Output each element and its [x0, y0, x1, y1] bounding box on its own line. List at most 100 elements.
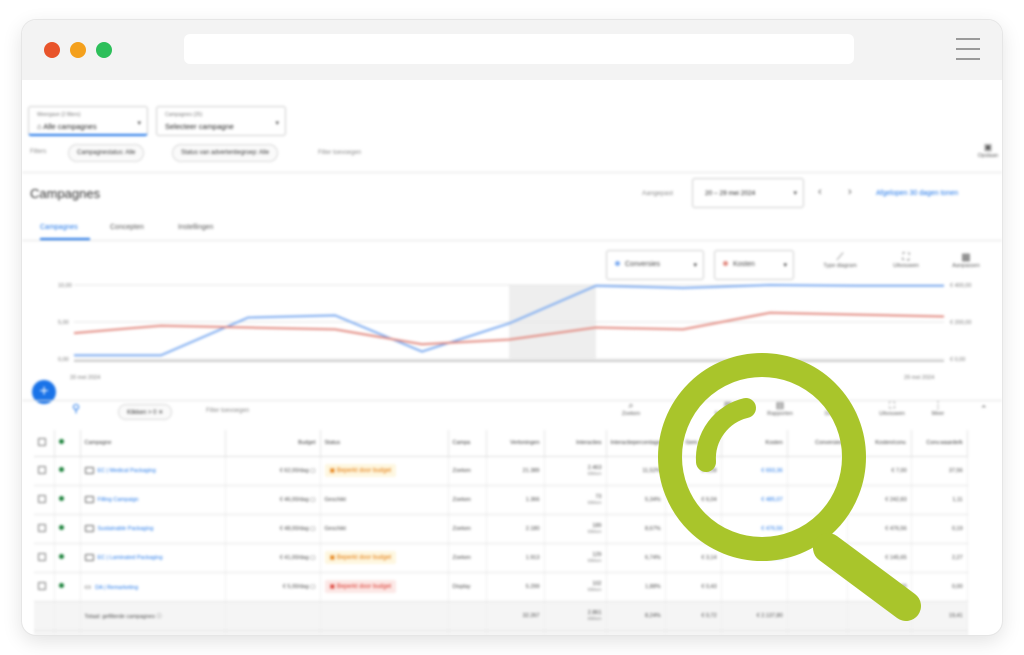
x-tick-label: 29 mei 2024 — [904, 375, 934, 381]
save-button[interactable]: ▣ Opslaan — [974, 142, 1002, 159]
budget-cell[interactable]: € 41,00/dag ▢ — [225, 543, 321, 573]
column-header[interactable]: Kosten/conv. — [847, 430, 912, 457]
select-all-checkbox[interactable] — [34, 430, 55, 457]
close-icon[interactable]: ✕ — [158, 410, 163, 416]
chevron-left-icon[interactable]: ‹ — [818, 186, 822, 198]
enabled-status-icon[interactable] — [54, 514, 81, 544]
cost-cell[interactable]: € 485,07 — [721, 485, 788, 515]
row-checkbox[interactable] — [34, 485, 55, 515]
tab-settings[interactable]: Instellingen — [178, 224, 213, 231]
tab-campaigns[interactable]: Campagnes — [40, 224, 78, 231]
column-header[interactable]: Status — [320, 430, 449, 457]
add-filter-link[interactable]: Filter toevoegen — [318, 150, 361, 156]
row-checkbox[interactable] — [34, 514, 55, 544]
table-row: EC | Medical Packaging € 62,00/dag ▢ ▣ Bep… — [34, 456, 968, 486]
row-checkbox[interactable] — [34, 456, 55, 486]
close-window-button[interactable] — [44, 42, 60, 58]
edit-icon[interactable]: ▢ — [310, 497, 315, 503]
column-header[interactable]: Interacties — [544, 430, 607, 457]
reports-button[interactable]: ▤ Rapporten — [762, 400, 798, 417]
status-cell: ▣ Beperkt door budget — [320, 456, 449, 486]
status-badge[interactable]: ▣ Beperkt door budget — [324, 580, 397, 593]
campaign-cell: Filling Campaign — [80, 485, 226, 515]
y-left-tick-label: 5,00 — [58, 320, 69, 326]
enabled-status-icon[interactable] — [54, 485, 81, 515]
cost-cell[interactable]: € 693,36 — [721, 456, 788, 486]
campaign-type-cell: Zoeken — [448, 456, 487, 486]
column-header[interactable]: Campa — [448, 430, 487, 457]
cost-cell[interactable] — [721, 572, 788, 602]
status-text: Geschikt — [324, 525, 346, 532]
conversions-cell — [787, 456, 848, 486]
campaign-name-link[interactable]: EC | Laminated Packaging — [98, 555, 163, 561]
status-cell: Geschikt — [320, 514, 449, 544]
budget-cell[interactable]: € 62,00/dag ▢ — [225, 456, 321, 486]
enabled-status-icon[interactable] — [54, 456, 81, 486]
campaign-name-link[interactable]: Filling Campaign — [98, 497, 139, 503]
clicks-filter-chip[interactable]: Klikken > 0 ✕ — [118, 404, 173, 420]
edit-icon[interactable]: ▢ — [310, 584, 315, 590]
search-button[interactable]: ⌕ Zoeken — [618, 400, 644, 417]
campaign-type-cell: Zoeken — [448, 514, 487, 544]
view-dropdown[interactable]: Weergave (2 filters) ⌂ Alle campagnes ▾ — [28, 106, 148, 136]
filter-icon[interactable]: ⚲ — [72, 402, 80, 415]
chart-adjust-button[interactable]: ▦ Aanpassen — [944, 252, 988, 269]
chart-expand-button[interactable]: ⛶ Uitvouwen — [884, 252, 928, 269]
address-bar[interactable] — [184, 34, 854, 64]
table-expand-button[interactable]: ⛶ Uitvouwen — [874, 400, 910, 417]
column-header[interactable]: Gem. kosten — [665, 430, 722, 457]
menu-icon[interactable] — [956, 38, 980, 60]
budget-cell[interactable]: € 46,00/dag ▢ — [225, 485, 321, 515]
impressions-cell: 1.913 — [486, 543, 545, 573]
browser-chrome — [22, 20, 1002, 80]
adjust-icon: ▦ — [961, 252, 971, 263]
column-header[interactable]: Campagne — [80, 430, 226, 457]
enabled-status-icon[interactable] — [54, 572, 81, 602]
cost-cell[interactable]: € 476,56 — [721, 514, 788, 544]
budget-cell[interactable]: € 5,00/dag ▢ — [225, 572, 321, 602]
campaign-dropdown[interactable]: Campagnes (25) Selecteer campagne ▾ — [156, 106, 286, 136]
maximize-window-button[interactable] — [96, 42, 112, 58]
column-header[interactable]: Conv.waarde/k — [911, 430, 968, 457]
collapse-icon[interactable]: ⌃ — [980, 404, 988, 415]
adgroup-status-chip[interactable]: Status van advertentiegroep: Alle — [172, 144, 279, 162]
download-icon: ⤓ — [838, 400, 842, 410]
chart-type-button[interactable]: ⟋ Type diagram — [818, 252, 862, 269]
campaign-name-link[interactable]: Sustainable Packaging — [98, 526, 154, 532]
column-header[interactable]: Conversies — [787, 430, 848, 457]
show-last-30-days-link[interactable]: Afgelopen 30 dagen tonen — [876, 190, 958, 197]
edit-icon[interactable]: ▢ — [310, 555, 315, 561]
columns-button[interactable]: ▥ Kolommen — [710, 400, 746, 417]
totals-avg-cost-cell: € 0,72 — [665, 630, 722, 635]
add-table-filter-link[interactable]: Filter toevoegen — [206, 408, 249, 414]
status-badge[interactable]: ▣ Beperkt door budget — [324, 464, 397, 477]
edit-icon[interactable]: ▢ — [310, 526, 315, 532]
interaction-rate-cell: 1,88% — [606, 572, 666, 602]
help-icon[interactable]: ⓘ — [156, 614, 162, 620]
cost-cell[interactable]: € 406,95 — [721, 543, 788, 573]
tab-drafts[interactable]: Concepten — [110, 224, 144, 231]
column-header[interactable]: Budget — [225, 430, 321, 457]
campaign-name-link[interactable]: DA | Remarketing — [95, 585, 138, 591]
column-header[interactable]: Vertoningen — [486, 430, 545, 457]
download-button[interactable]: ⤓ Downloaden — [820, 400, 860, 417]
row-checkbox[interactable] — [34, 572, 55, 602]
campaign-name-link[interactable]: EC | Medical Packaging — [98, 468, 156, 474]
column-header[interactable]: Interactiepercentage — [606, 430, 666, 457]
enabled-status-icon[interactable] — [54, 543, 81, 573]
date-range-dropdown[interactable]: 20 – 29 mei 2024 ▾ — [692, 178, 804, 208]
more-button[interactable]: ⋮ Meer — [924, 400, 952, 417]
minimize-window-button[interactable] — [70, 42, 86, 58]
edit-icon[interactable]: ▢ — [310, 468, 315, 474]
budget-cell[interactable]: € 48,00/dag ▢ — [225, 514, 321, 544]
expand-cell[interactable]: ⌄ — [54, 630, 81, 635]
row-checkbox[interactable] — [34, 543, 55, 573]
chevron-right-icon[interactable]: › — [848, 186, 852, 198]
campaign-status-chip[interactable]: Campagnestatus: Alle — [68, 144, 145, 162]
warning-icon: ▣ — [329, 468, 337, 474]
column-header[interactable]: Kosten — [721, 430, 788, 457]
interaction-rate-cell: 6,74% — [606, 543, 666, 573]
totals-row: ⌄Totaal: account ⓘ€ 202,00/dag 32.2672.86… — [34, 630, 968, 635]
status-cell: ▣ Beperkt door budget — [320, 572, 449, 602]
status-badge[interactable]: ▣ Beperkt door budget — [324, 551, 397, 564]
